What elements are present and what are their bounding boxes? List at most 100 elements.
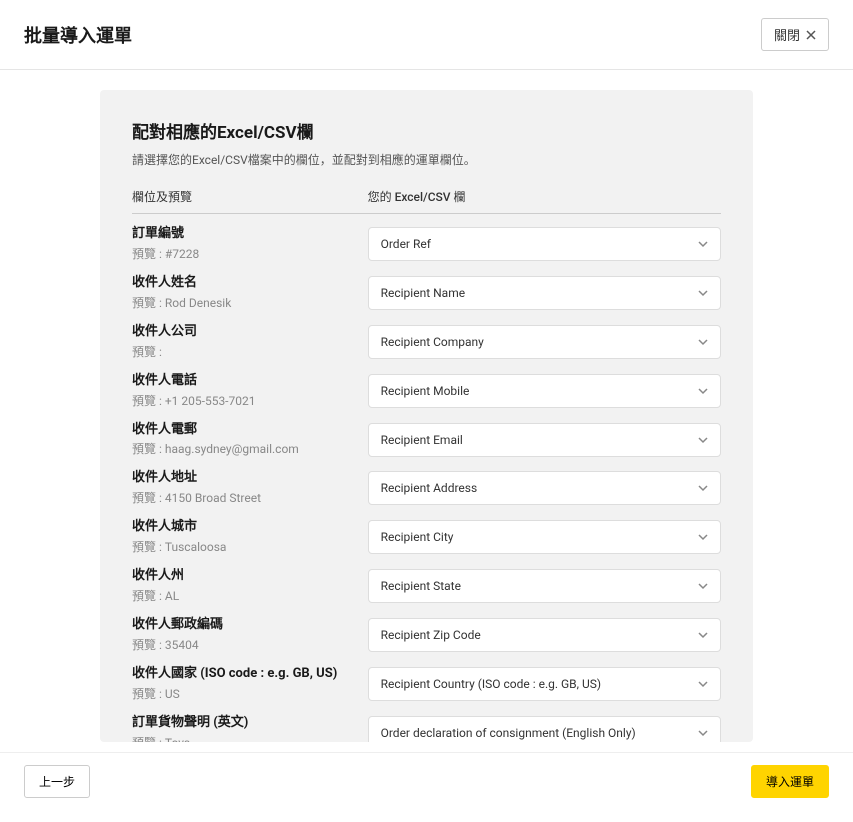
mapping-rows: 訂單編號預覽 : #7228 Order Ref 收件人姓名預覽 : Rod Den…: [132, 226, 721, 742]
row-right: Recipient Company: [368, 325, 721, 359]
select-value: Recipient Name: [381, 286, 465, 300]
chevron-down-icon: [698, 532, 708, 542]
row-right: Recipient Address: [368, 471, 721, 505]
field-name: 收件人公司: [132, 324, 352, 341]
field-preview: 預覽 : US: [132, 685, 352, 702]
column-select[interactable]: Recipient Name: [368, 276, 721, 310]
field-preview: 預覽 :: [132, 343, 352, 360]
column-select[interactable]: Recipient Company: [368, 325, 721, 359]
mapping-row: 收件人國家 (ISO code : e.g. GB, US) 預覽 : US Rec…: [132, 666, 721, 702]
import-button[interactable]: 導入運單: [751, 765, 829, 798]
column-select[interactable]: Recipient State: [368, 569, 721, 603]
footer: 上一步 導入運單: [0, 752, 853, 810]
prev-button[interactable]: 上一步: [24, 765, 90, 798]
row-left: 收件人郵政編碼預覽 : 35404: [132, 617, 368, 653]
select-value: Order declaration of consignment (Englis…: [381, 726, 636, 740]
field-name: 收件人郵政編碼: [132, 617, 352, 634]
close-label: 關閉: [774, 25, 800, 44]
chevron-down-icon: [698, 386, 708, 396]
modal-header: 批量導入運單 關閉: [0, 0, 853, 70]
column-select[interactable]: Recipient Zip Code: [368, 618, 721, 652]
row-left: 收件人州預覽 : AL: [132, 568, 368, 604]
column-headers: 欄位及預覽 您的 Excel/CSV 欄: [132, 188, 721, 214]
column-select[interactable]: Recipient City: [368, 520, 721, 554]
chevron-down-icon: [698, 728, 708, 738]
select-value: Recipient Email: [381, 433, 463, 447]
chevron-down-icon: [698, 239, 708, 249]
select-value: Recipient Mobile: [381, 384, 470, 398]
select-value: Recipient City: [381, 530, 454, 544]
select-value: Recipient State: [381, 579, 461, 593]
chevron-down-icon: [698, 288, 708, 298]
column-select[interactable]: Order declaration of consignment (Englis…: [368, 716, 721, 742]
mapping-row: 訂單編號預覽 : #7228 Order Ref: [132, 226, 721, 262]
row-left: 收件人電話預覽 : +1 205-553-7021: [132, 373, 368, 409]
row-left: 收件人電郵預覽 : haag.sydney@gmail.com: [132, 422, 368, 458]
select-value: Recipient Address: [381, 481, 478, 495]
select-value: Recipient Company: [381, 335, 484, 349]
select-value: Order Ref: [381, 237, 431, 251]
panel-title: 配對相應的Excel/CSV欄: [132, 118, 721, 143]
field-name: 訂單編號: [132, 226, 352, 243]
field-preview: 預覽 : Tuscaloosa: [132, 538, 352, 555]
row-left: 收件人公司預覽 :: [132, 324, 368, 360]
chevron-down-icon: [698, 435, 708, 445]
row-left: 收件人姓名預覽 : Rod Denesik: [132, 275, 368, 311]
mapping-row: 收件人城市預覽 : Tuscaloosa Recipient City: [132, 519, 721, 555]
mapping-panel: 配對相應的Excel/CSV欄 請選擇您的Excel/CSV檔案中的欄位，並配對…: [100, 90, 753, 742]
chevron-down-icon: [698, 630, 708, 640]
mapping-row: 收件人電話預覽 : +1 205-553-7021 Recipient Mobil…: [132, 373, 721, 409]
row-left: 收件人地址預覽 : 4150 Broad Street: [132, 470, 368, 506]
field-preview: 預覽 : AL: [132, 587, 352, 604]
mapping-row: 訂單貨物聲明 (英文) 預覽 : Toys Order declaration of…: [132, 715, 721, 742]
field-name: 收件人州: [132, 568, 352, 585]
content-wrap: 配對相應的Excel/CSV欄 請選擇您的Excel/CSV檔案中的欄位，並配對…: [0, 70, 853, 822]
field-name: 收件人姓名: [132, 275, 352, 292]
select-value: Recipient Zip Code: [381, 628, 481, 642]
mapping-row: 收件人郵政編碼預覽 : 35404 Recipient Zip Code: [132, 617, 721, 653]
row-right: Recipient Email: [368, 423, 721, 457]
close-button[interactable]: 關閉: [761, 18, 829, 51]
field-name: 訂單貨物聲明 (英文): [132, 715, 352, 732]
page-title: 批量導入運單: [24, 22, 132, 48]
field-name: 收件人地址: [132, 470, 352, 487]
col-header-left: 欄位及預覽: [132, 188, 368, 205]
field-name: 收件人城市: [132, 519, 352, 536]
row-right: Order Ref: [368, 227, 721, 261]
field-name: 收件人電話: [132, 373, 352, 390]
row-left: 收件人國家 (ISO code : e.g. GB, US) 預覽 : US: [132, 666, 368, 702]
chevron-down-icon: [698, 483, 708, 493]
col-header-right: 您的 Excel/CSV 欄: [368, 188, 721, 205]
column-select[interactable]: Recipient Country (ISO code : e.g. GB, U…: [368, 667, 721, 701]
field-preview: 預覽 : 35404: [132, 636, 352, 653]
row-right: Order declaration of consignment (Englis…: [368, 716, 721, 742]
mapping-row: 收件人公司預覽 : Recipient Company: [132, 324, 721, 360]
close-icon: [806, 30, 816, 40]
column-select[interactable]: Recipient Address: [368, 471, 721, 505]
field-preview: 預覽 : 4150 Broad Street: [132, 489, 352, 506]
row-left: 訂單編號預覽 : #7228: [132, 226, 368, 262]
column-select[interactable]: Order Ref: [368, 227, 721, 261]
panel-description: 請選擇您的Excel/CSV檔案中的欄位，並配對到相應的運單欄位。: [132, 151, 721, 168]
column-select[interactable]: Recipient Email: [368, 423, 721, 457]
mapping-row: 收件人電郵預覽 : haag.sydney@gmail.com Recipient…: [132, 422, 721, 458]
field-name: 收件人國家 (ISO code : e.g. GB, US): [132, 666, 352, 683]
row-right: Recipient Name: [368, 276, 721, 310]
mapping-row: 收件人姓名預覽 : Rod Denesik Recipient Name: [132, 275, 721, 311]
field-preview: 預覽 : Toys: [132, 734, 352, 742]
mapping-row: 收件人地址預覽 : 4150 Broad Street Recipient Add…: [132, 470, 721, 506]
row-right: Recipient City: [368, 520, 721, 554]
field-preview: 預覽 : Rod Denesik: [132, 294, 352, 311]
field-name: 收件人電郵: [132, 422, 352, 439]
field-preview: 預覽 : +1 205-553-7021: [132, 392, 352, 409]
chevron-down-icon: [698, 337, 708, 347]
mapping-row: 收件人州預覽 : AL Recipient State: [132, 568, 721, 604]
row-right: Recipient State: [368, 569, 721, 603]
row-right: Recipient Country (ISO code : e.g. GB, U…: [368, 667, 721, 701]
select-value: Recipient Country (ISO code : e.g. GB, U…: [381, 677, 601, 691]
field-preview: 預覽 : haag.sydney@gmail.com: [132, 440, 352, 457]
row-left: 收件人城市預覽 : Tuscaloosa: [132, 519, 368, 555]
row-right: Recipient Mobile: [368, 374, 721, 408]
column-select[interactable]: Recipient Mobile: [368, 374, 721, 408]
chevron-down-icon: [698, 581, 708, 591]
